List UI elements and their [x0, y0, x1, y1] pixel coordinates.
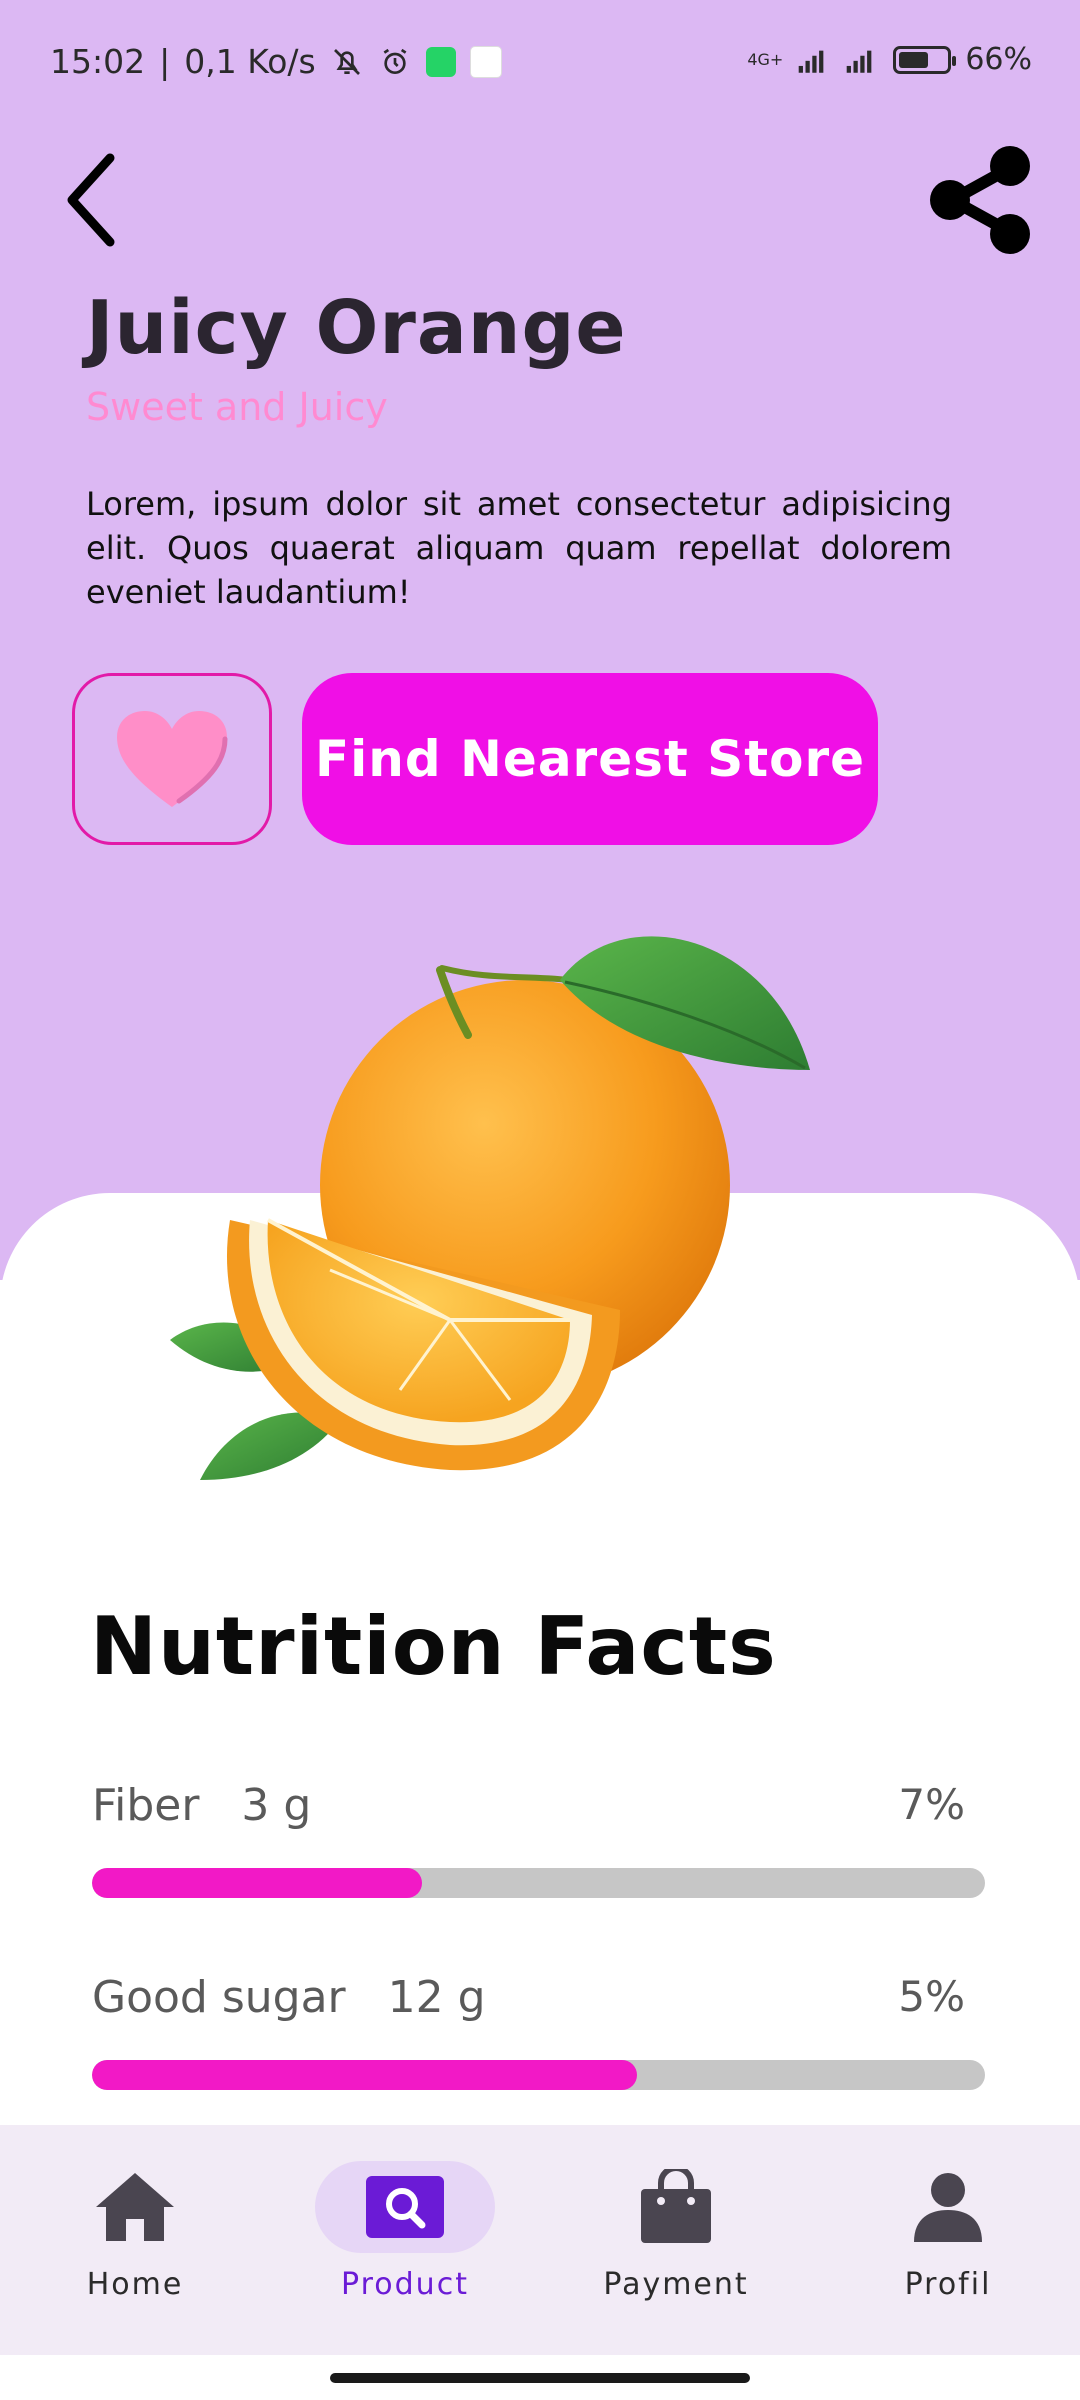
nutrition-label: Fiber 3 g [92, 1780, 311, 1831]
home-icon [96, 2173, 174, 2241]
battery-percent: 66% [965, 42, 1032, 77]
nutrient-percent: 7% [898, 1780, 965, 1829]
nutrient-amount: 3 g [241, 1780, 312, 1831]
nutrient-name: Fiber [92, 1780, 200, 1831]
app-notification-icon [469, 45, 502, 78]
search-icon [366, 2176, 444, 2238]
status-right: 4G+ 66% [747, 42, 1032, 77]
status-speed: 0,1 Ko/s [184, 42, 316, 81]
nav-icon-container [45, 2161, 225, 2253]
nutrient-progress-fill [92, 1868, 423, 1898]
nav-item-profil[interactable]: Profil [848, 2125, 1048, 2355]
bell-muted-icon [330, 45, 364, 79]
nav-label: Home [86, 2267, 184, 2302]
nav-item-product[interactable]: Product [305, 2125, 505, 2355]
nutrient-percent: 5% [898, 1972, 965, 2021]
nutrient-progress-track [92, 2060, 985, 2090]
nutrition-title: Nutrition Facts [90, 1600, 777, 1693]
nutrition-label: Good sugar 12 g [92, 1972, 486, 2023]
signal-icon-2 [845, 43, 879, 77]
nutrient-name: Good sugar [92, 1972, 346, 2023]
nutrient-amount: 12 g [387, 1972, 486, 2023]
shopping-bag-icon [641, 2169, 711, 2243]
nav-item-home[interactable]: Home [35, 2125, 235, 2355]
nav-icon-container [858, 2161, 1038, 2253]
nav-icon-container [586, 2161, 766, 2253]
status-time: 15:02 [50, 42, 146, 81]
nav-label: Profil [904, 2267, 992, 2302]
orange-fruit-image [170, 936, 810, 1480]
product-title: Juicy Orange [86, 285, 627, 371]
person-icon [914, 2173, 982, 2242]
nutrient-progress-fill [92, 2060, 637, 2090]
chevron-left-icon [67, 153, 115, 247]
battery-icon [893, 45, 957, 74]
product-subtitle: Sweet and Juicy [86, 385, 388, 429]
bottom-navigation: Home Product Payment Profil [0, 2125, 1080, 2355]
nav-icon-container [315, 2161, 495, 2253]
status-bar: 15:02 | 0,1 Ko/s 4G+ 66% [0, 0, 1080, 130]
alarm-icon [378, 45, 412, 79]
nutrient-progress-track [92, 1868, 985, 1898]
whatsapp-icon [425, 46, 456, 77]
back-button[interactable] [50, 150, 130, 250]
share-icon [930, 146, 1030, 254]
find-nearest-store-button[interactable]: Find Nearest Store [302, 673, 878, 845]
share-button[interactable] [920, 140, 1040, 260]
heart-icon [117, 711, 228, 807]
nav-item-payment[interactable]: Payment [576, 2125, 776, 2355]
signal-icon [797, 43, 831, 77]
nav-label: Payment [603, 2267, 749, 2302]
home-indicator [330, 2373, 750, 2383]
nav-label: Product [341, 2267, 469, 2302]
status-separator: | [159, 42, 171, 81]
network-type: 4G+ [747, 50, 784, 69]
favorite-button[interactable] [72, 673, 272, 845]
status-left: 15:02 | 0,1 Ko/s [50, 42, 502, 81]
product-description: Lorem, ipsum dolor sit amet consectetur … [86, 485, 952, 611]
